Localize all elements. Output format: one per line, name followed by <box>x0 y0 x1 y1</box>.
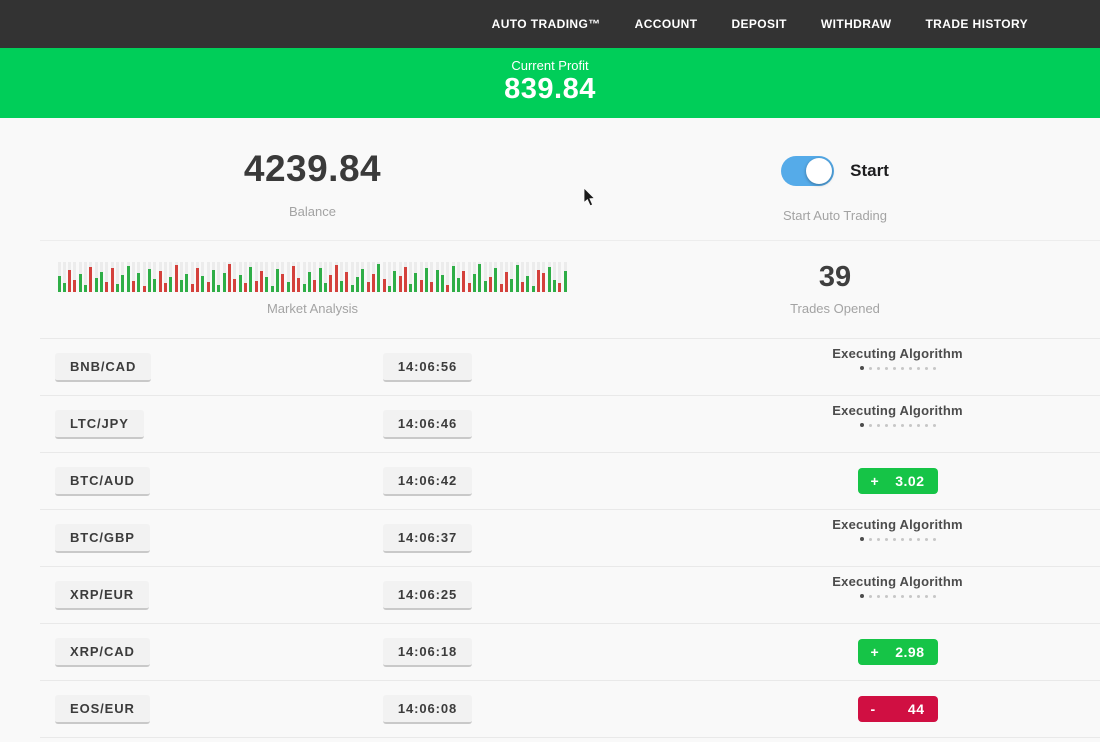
trade-result-badge: - 44 <box>858 696 938 722</box>
current-profit-banner: Current Profit 839.84 <box>0 48 1100 118</box>
trade-time-badge: 14:06:46 <box>383 410 472 439</box>
progress-dots-icon <box>832 594 962 598</box>
trade-time-badge: 14:06:56 <box>383 353 472 382</box>
progress-dots-icon <box>832 366 962 370</box>
trade-result-sign: - <box>871 701 876 717</box>
trade-result-badge <box>832 549 912 559</box>
trade-pair-badge: XRP/EUR <box>55 581 149 610</box>
main-content: 4239.84 Balance Start Start Auto Trading… <box>0 118 1100 742</box>
balance-label: Balance <box>0 204 625 219</box>
trade-pair-badge: BNB/CAD <box>55 353 151 382</box>
nav-item[interactable]: ACCOUNT <box>635 17 698 31</box>
trade-pair-badge: BTC/AUD <box>55 467 150 496</box>
toggle-knob-icon <box>806 158 832 184</box>
executing-algorithm-label: Executing Algorithm <box>832 403 962 418</box>
trade-pair-badge: EOS/EUR <box>55 695 150 724</box>
progress-dots-icon <box>832 423 962 427</box>
trade-time-badge: 14:06:25 <box>383 581 472 610</box>
current-profit-value: 839.84 <box>0 73 1100 106</box>
auto-trading-toggle[interactable] <box>781 156 834 186</box>
trade-status: Executing Algorithm <box>832 403 962 445</box>
trades-opened-section: 39 Trades Opened <box>625 262 1100 316</box>
trade-time-badge: 14:06:37 <box>383 524 472 553</box>
market-analysis-label: Market Analysis <box>0 301 625 316</box>
trade-result-sign: + <box>871 473 880 489</box>
trade-row: BTC/AUD 14:06:42 + 3.02 <box>40 452 1100 509</box>
trade-row: BTC/GBP 14:06:37 Executing Algorithm <box>40 509 1100 566</box>
trade-status: Executing Algorithm <box>832 517 962 559</box>
trade-result-amount: 3.02 <box>895 473 924 489</box>
trade-time-badge: 14:06:08 <box>383 695 472 724</box>
trade-row: EOS/EUR 14:06:08 - 44 <box>40 680 1100 737</box>
trade-status: Executing Algorithm <box>832 574 962 616</box>
executing-algorithm-label: Executing Algorithm <box>832 346 962 361</box>
trade-result-badge: + 2.98 <box>858 639 938 665</box>
market-analysis-chart <box>58 262 568 292</box>
trade-result-badge <box>832 378 912 388</box>
toggle-start-label: Start <box>850 161 889 181</box>
current-profit-label: Current Profit <box>0 48 1100 73</box>
trades-opened-value: 39 <box>625 262 1045 292</box>
trade-pair-badge: XRP/CAD <box>55 638 150 667</box>
top-navbar: AUTO TRADING™ ACCOUNT DEPOSIT WITHDRAW TRADE… <box>0 0 1100 48</box>
nav-item[interactable]: DEPOSIT <box>731 17 786 31</box>
trade-result-badge: + 3.02 <box>858 468 938 494</box>
trade-row: LTC/JPY 14:06:46 Executing Algorithm <box>40 395 1100 452</box>
trade-time-badge: 14:06:18 <box>383 638 472 667</box>
trade-status: Executing Algorithm <box>832 346 962 388</box>
trade-pair-badge: BTC/GBP <box>55 524 150 553</box>
progress-dots-icon <box>832 537 962 541</box>
trade-time-badge: 14:06:42 <box>383 467 472 496</box>
nav-item[interactable]: AUTO TRADING™ <box>492 17 601 31</box>
trade-result-sign: + <box>871 644 880 660</box>
trade-pair-badge: LTC/JPY <box>55 410 144 439</box>
nav-item[interactable]: WITHDRAW <box>821 17 892 31</box>
trade-result-badge <box>832 606 912 616</box>
trade-result-amount: 2.98 <box>895 644 924 660</box>
app-root: { "nav": { "items": ["AUTO TRADING™", "A… <box>0 0 1100 742</box>
trades-list: BNB/CAD 14:06:56 Executing Algorithm <box>40 338 1100 738</box>
market-analysis-section: Market Analysis <box>0 262 625 316</box>
trades-opened-label: Trades Opened <box>625 301 1045 316</box>
trade-row: XRP/CAD 14:06:18 + 2.98 <box>40 623 1100 680</box>
executing-algorithm-label: Executing Algorithm <box>832 574 962 589</box>
balance-value: 4239.84 <box>0 148 625 190</box>
balance-section: 4239.84 Balance <box>0 148 625 223</box>
trade-status: + 2.98 <box>858 639 938 665</box>
auto-trading-section: Start Start Auto Trading <box>625 148 1100 223</box>
trade-row: BNB/CAD 14:06:56 Executing Algorithm <box>40 338 1100 395</box>
trade-result-badge <box>832 435 912 445</box>
auto-trading-label: Start Auto Trading <box>625 208 1045 223</box>
trade-row: XRP/EUR 14:06:25 Executing Algorithm <box>40 566 1100 623</box>
trade-status: + 3.02 <box>858 468 938 494</box>
trade-status: - 44 <box>858 696 938 722</box>
nav-item[interactable]: TRADE HISTORY <box>925 17 1028 31</box>
executing-algorithm-label: Executing Algorithm <box>832 517 962 532</box>
trade-result-amount: 44 <box>908 701 925 717</box>
